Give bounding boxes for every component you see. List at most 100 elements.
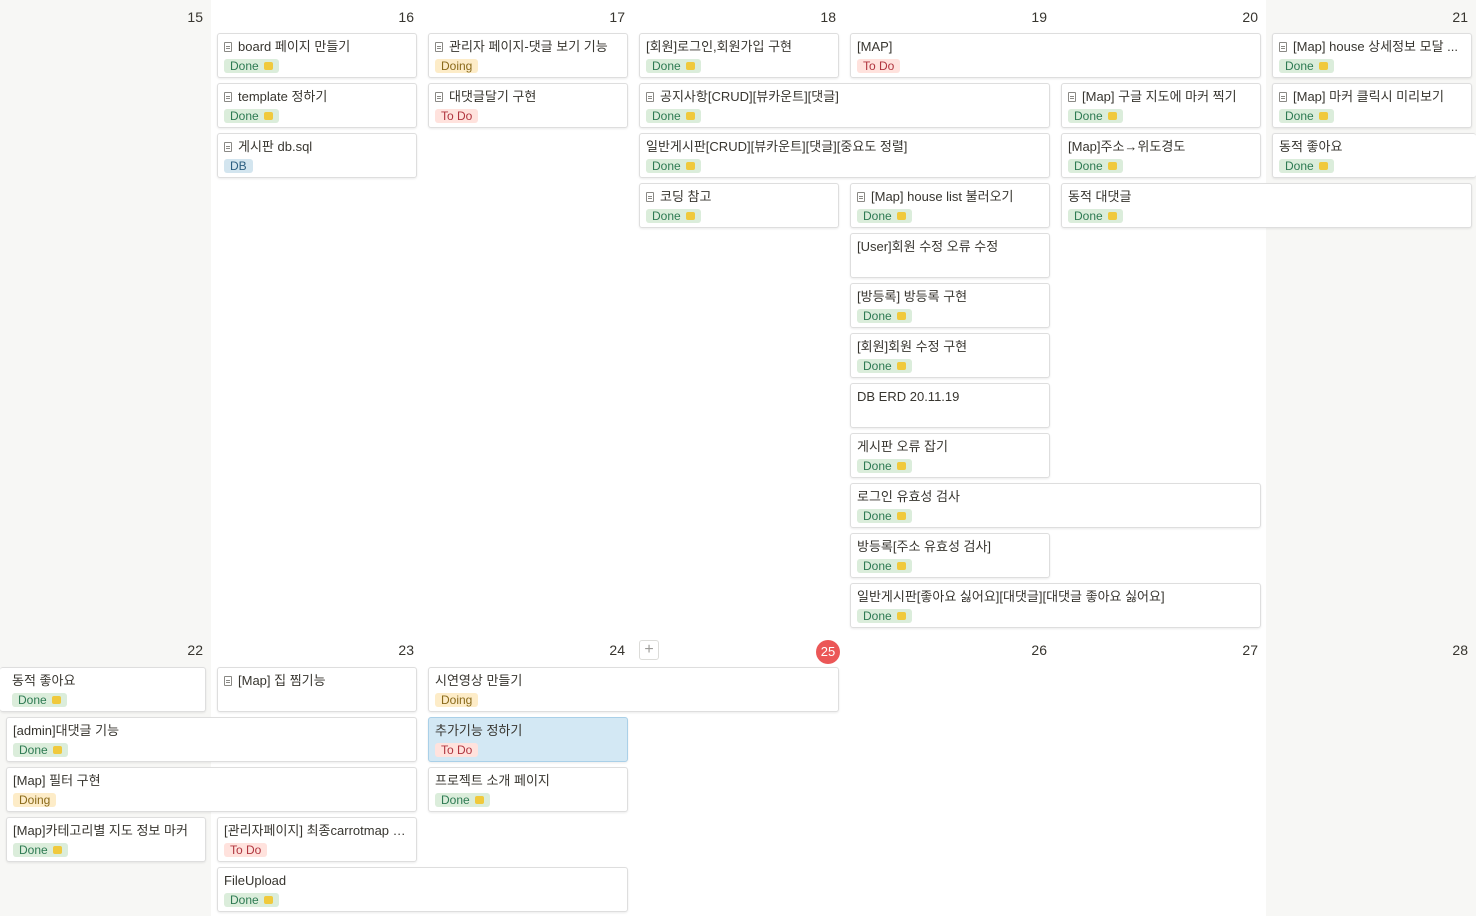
event-title: 로그인 유효성 검사 — [857, 489, 960, 504]
event-card[interactable]: [Map] house 상세정보 모달 ... Done — [1272, 33, 1472, 78]
event-title: 관리자 페이지-댓글 보기 기능 — [449, 39, 608, 54]
event-title: 동적 대댓글 — [1068, 189, 1132, 204]
event-card[interactable]: [User]회원 수정 오류 수정 — [850, 233, 1050, 278]
event-card[interactable]: 방등록[주소 유효성 검사] Done — [850, 533, 1050, 578]
party-emoji-icon — [1318, 62, 1328, 70]
page-icon — [224, 676, 232, 686]
status-tag: Done — [646, 109, 701, 123]
party-emoji-icon — [1318, 112, 1328, 120]
event-title: 시연영상 만들기 — [435, 673, 523, 688]
event-title: 대댓글달기 구현 — [449, 89, 537, 104]
today-badge: 25 — [816, 640, 840, 664]
day-number: 18 — [820, 9, 836, 25]
day-number: 28 — [1452, 642, 1468, 658]
event-card[interactable]: [Map] 필터 구현 Doing — [6, 767, 417, 812]
event-card[interactable]: 게시판 db.sql DB — [217, 133, 417, 178]
page-icon — [646, 92, 654, 102]
event-title: [Map] 구글 지도에 마커 찍기 — [1082, 89, 1237, 104]
status-tag: Done — [857, 559, 912, 573]
event-title: 프로젝트 소개 페이지 — [435, 773, 550, 788]
page-icon — [646, 192, 654, 202]
event-card[interactable]: 동적 좋아요 Done — [0, 667, 206, 712]
status-tag: Done — [13, 743, 68, 757]
event-card-selected[interactable]: 추가기능 정하기 To Do — [428, 717, 628, 762]
event-card[interactable]: [방등록] 방등록 구현 Done — [850, 283, 1050, 328]
day-number: 26 — [1031, 642, 1047, 658]
event-card[interactable]: [Map] house list 불러오기 Done — [850, 183, 1050, 228]
status-tag: Done — [857, 609, 912, 623]
event-card[interactable]: [Map] 집 찜기능 — [217, 667, 417, 712]
day-number: 27 — [1242, 642, 1258, 658]
event-card[interactable]: 대댓글달기 구현 To Do — [428, 83, 628, 128]
status-tag: To Do — [435, 109, 479, 123]
event-card[interactable]: 로그인 유효성 검사 Done — [850, 483, 1261, 528]
event-card[interactable]: [Map]카테고리별 지도 정보 마커 Done — [6, 817, 206, 862]
event-title: 공지사항[CRUD][뷰카운트][댓글] — [660, 89, 839, 104]
party-emoji-icon — [896, 212, 906, 220]
status-tag: Done — [857, 459, 912, 473]
party-emoji-icon — [896, 462, 906, 470]
event-title: [Map]주소→위도경도 — [1068, 139, 1186, 154]
status-tag: Done — [857, 209, 912, 223]
party-emoji-icon — [1107, 112, 1117, 120]
event-title: FileUpload — [224, 873, 287, 888]
event-card[interactable]: 동적 대댓글 Done — [1061, 183, 1472, 228]
event-card[interactable]: 공지사항[CRUD][뷰카운트][댓글] Done — [639, 83, 1050, 128]
status-tag: Done — [857, 309, 912, 323]
event-card[interactable]: 코딩 참고 Done — [639, 183, 839, 228]
event-card[interactable]: [Map]주소→위도경도 Done — [1061, 133, 1261, 178]
day-cell-27[interactable]: 27 — [1055, 633, 1267, 916]
event-card[interactable]: 일반게시판[CRUD][뷰카운트][댓글][중요도 정렬] Done — [639, 133, 1050, 178]
event-card[interactable]: [Map] 마커 클릭시 미리보기 Done — [1272, 83, 1472, 128]
event-card[interactable]: [회원]로그인,회원가입 구현 Done — [639, 33, 839, 78]
status-tag: Done — [1279, 159, 1334, 173]
status-tag: Done — [646, 59, 701, 73]
event-card[interactable]: [회원]회원 수정 구현 Done — [850, 333, 1050, 378]
event-title: [Map] house list 불러오기 — [871, 189, 1014, 204]
event-card[interactable]: [admin]대댓글 기능 Done — [6, 717, 417, 762]
event-card[interactable]: template 정하기 Done — [217, 83, 417, 128]
day-number: 15 — [187, 9, 203, 25]
party-emoji-icon — [896, 362, 906, 370]
event-card[interactable]: 프로젝트 소개 페이지 Done — [428, 767, 628, 812]
event-title: 동적 좋아요 — [12, 673, 76, 688]
event-title: [회원]회원 수정 구현 — [857, 339, 968, 354]
party-emoji-icon — [896, 612, 906, 620]
event-title: [방등록] 방등록 구현 — [857, 289, 968, 304]
party-emoji-icon — [1107, 212, 1117, 220]
event-card[interactable]: board 페이지 만들기 Done — [217, 33, 417, 78]
status-tag: Done — [1068, 109, 1123, 123]
event-card[interactable]: FileUpload Done — [217, 867, 628, 912]
day-number: 16 — [398, 9, 414, 25]
day-number: 19 — [1031, 9, 1047, 25]
page-icon — [1279, 92, 1287, 102]
event-card[interactable]: 관리자 페이지-댓글 보기 기능 Doing — [428, 33, 628, 78]
day-cell-15[interactable]: 15 — [0, 0, 212, 634]
event-card[interactable]: DB ERD 20.11.19 — [850, 383, 1050, 428]
status-tag: Done — [1068, 159, 1123, 173]
event-title: [MAP] — [857, 39, 893, 54]
event-card[interactable]: [MAP] To Do — [850, 33, 1261, 78]
status-tag: Doing — [13, 793, 57, 807]
event-title: [admin]대댓글 기능 — [13, 723, 120, 738]
event-card[interactable]: 일반게시판[좋아요 싫어요][대댓글][대댓글 좋아요 싫어요] Done — [850, 583, 1261, 628]
event-title: [Map] 마커 클릭시 미리보기 — [1293, 89, 1444, 104]
event-card[interactable]: [관리자페이지] 최종carrotmap d... To Do — [217, 817, 417, 862]
event-card[interactable]: 게시판 오류 잡기 Done — [850, 433, 1050, 478]
day-cell-28[interactable]: 28 — [1266, 633, 1476, 916]
event-card[interactable]: 시연영상 만들기 Doing — [428, 667, 839, 712]
day-cell-26[interactable]: 26 — [844, 633, 1056, 916]
party-emoji-icon — [896, 312, 906, 320]
add-event-button[interactable]: + — [639, 640, 659, 660]
status-tag: To Do — [435, 743, 479, 757]
event-card[interactable]: [Map] 구글 지도에 마커 찍기 Done — [1061, 83, 1261, 128]
party-emoji-icon — [474, 796, 484, 804]
party-emoji-icon — [685, 212, 695, 220]
event-card[interactable]: 동적 좋아요 Done — [1272, 133, 1476, 178]
party-emoji-icon — [52, 846, 62, 854]
event-title: [Map]카테고리별 지도 정보 마커 — [13, 823, 188, 838]
event-title: DB ERD 20.11.19 — [857, 389, 960, 404]
party-emoji-icon — [51, 696, 61, 704]
event-title: [Map] 집 찜기능 — [238, 673, 326, 688]
day-number: 17 — [609, 9, 625, 25]
